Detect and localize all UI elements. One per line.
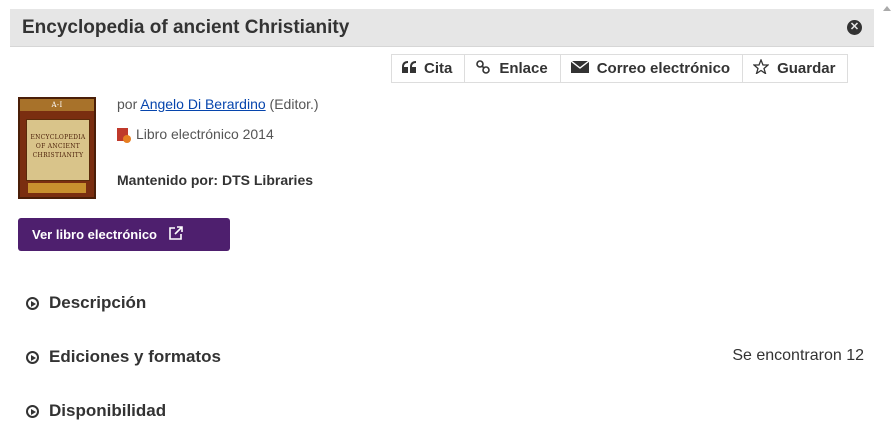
star-icon xyxy=(752,58,777,78)
cover-volume: A-I xyxy=(51,101,63,109)
email-label: Correo electrónico xyxy=(596,60,731,77)
action-toolbar: Cita Enlace Correo electrónico Guardar xyxy=(391,54,849,83)
quote-icon xyxy=(402,60,424,77)
section-editions[interactable]: Ediciones y formatos xyxy=(26,347,221,367)
cite-button[interactable]: Cita xyxy=(391,54,466,83)
expand-icon xyxy=(26,296,39,310)
maintained-by: Mantenido por: DTS Libraries xyxy=(117,172,314,188)
link-label: Enlace xyxy=(499,60,548,77)
panel-header: Encyclopedia of ancient Christianity ✕ xyxy=(10,9,874,47)
scroll-up-arrow-icon[interactable] xyxy=(883,6,891,11)
link-button[interactable]: Enlace xyxy=(465,54,561,83)
section-description[interactable]: Descripción xyxy=(26,293,146,313)
envelope-icon xyxy=(570,60,597,77)
expand-icon xyxy=(26,404,39,418)
format-line: Libro electrónico 2014 xyxy=(117,126,274,143)
by-prefix: por xyxy=(117,96,141,112)
section-label: Disponibilidad xyxy=(49,401,167,420)
author-role: (Editor.) xyxy=(265,96,319,112)
author-link[interactable]: Angelo Di Berardino xyxy=(140,96,265,112)
cover-ornament xyxy=(28,183,86,193)
book-cover-image[interactable]: ENCYCLOPEDIA OF ANCIENT CHRISTIANITY A-I xyxy=(18,97,96,199)
cover-line: ENCYCLOPEDIA xyxy=(30,134,86,141)
ebook-icon xyxy=(117,128,131,143)
cover-title-plate: ENCYCLOPEDIA OF ANCIENT CHRISTIANITY xyxy=(26,119,90,181)
cover-line: OF ANCIENT xyxy=(35,143,81,150)
section-availability[interactable]: Disponibilidad xyxy=(26,401,166,421)
save-button[interactable]: Guardar xyxy=(743,54,849,83)
scrollbar[interactable] xyxy=(879,0,895,442)
view-ebook-label: Ver libro electrónico xyxy=(32,227,157,242)
email-button[interactable]: Correo electrónico xyxy=(560,54,744,83)
expand-icon xyxy=(26,350,39,364)
section-label: Ediciones y formatos xyxy=(49,347,221,366)
author-line: por Angelo Di Berardino (Editor.) xyxy=(117,96,319,112)
format-label: Libro electrónico 2014 xyxy=(136,126,274,142)
link-icon xyxy=(475,59,499,79)
close-icon[interactable]: ✕ xyxy=(847,20,862,35)
cover-line: CHRISTIANITY xyxy=(32,152,84,159)
editions-count: Se encontraron 12 xyxy=(732,347,864,364)
view-ebook-button[interactable]: Ver libro electrónico xyxy=(18,218,230,251)
cite-label: Cita xyxy=(424,60,453,77)
external-link-icon xyxy=(157,226,183,243)
save-label: Guardar xyxy=(777,60,836,77)
record-panel: Encyclopedia of ancient Christianity ✕ C… xyxy=(10,9,874,442)
page-title: Encyclopedia of ancient Christianity xyxy=(22,17,350,38)
section-label: Descripción xyxy=(49,293,147,312)
